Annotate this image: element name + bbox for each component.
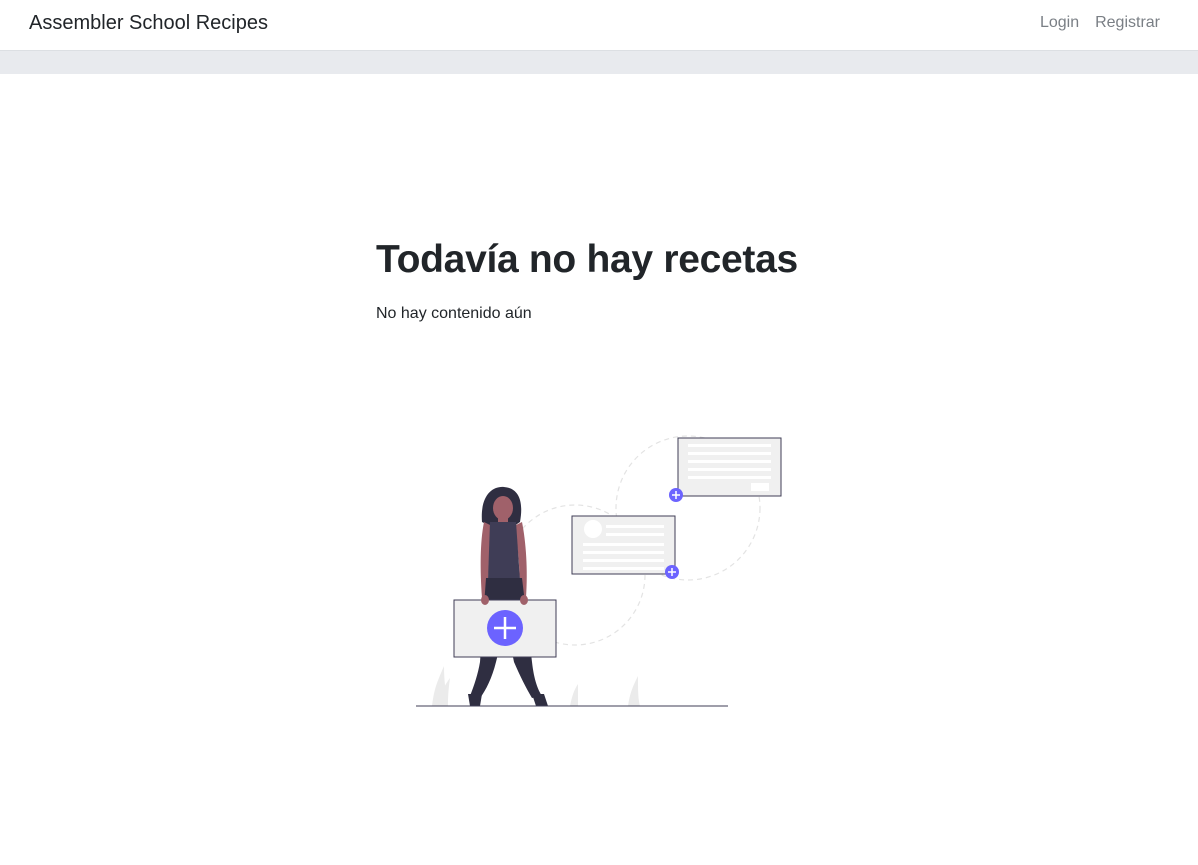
content-card-icon-upper xyxy=(669,437,782,502)
empty-state-message: No hay contenido aún xyxy=(376,305,532,322)
add-board-icon xyxy=(453,595,557,658)
nav-links: Login Registrar xyxy=(1040,13,1160,33)
person-illustration xyxy=(468,486,548,706)
content-card-icon-middle xyxy=(571,515,679,579)
navbar: Assembler School Recipes Login Registrar xyxy=(0,0,1198,51)
empty-state-title: Todavía no hay recetas xyxy=(376,238,798,281)
brand-link[interactable]: Assembler School Recipes xyxy=(29,11,268,35)
empty-recipes-illustration xyxy=(416,435,782,707)
subheader-bar xyxy=(0,51,1198,74)
register-link[interactable]: Registrar xyxy=(1095,13,1160,33)
empty-state: Todavía no hay recetas No hay contenido … xyxy=(376,236,836,324)
login-link[interactable]: Login xyxy=(1040,13,1079,33)
